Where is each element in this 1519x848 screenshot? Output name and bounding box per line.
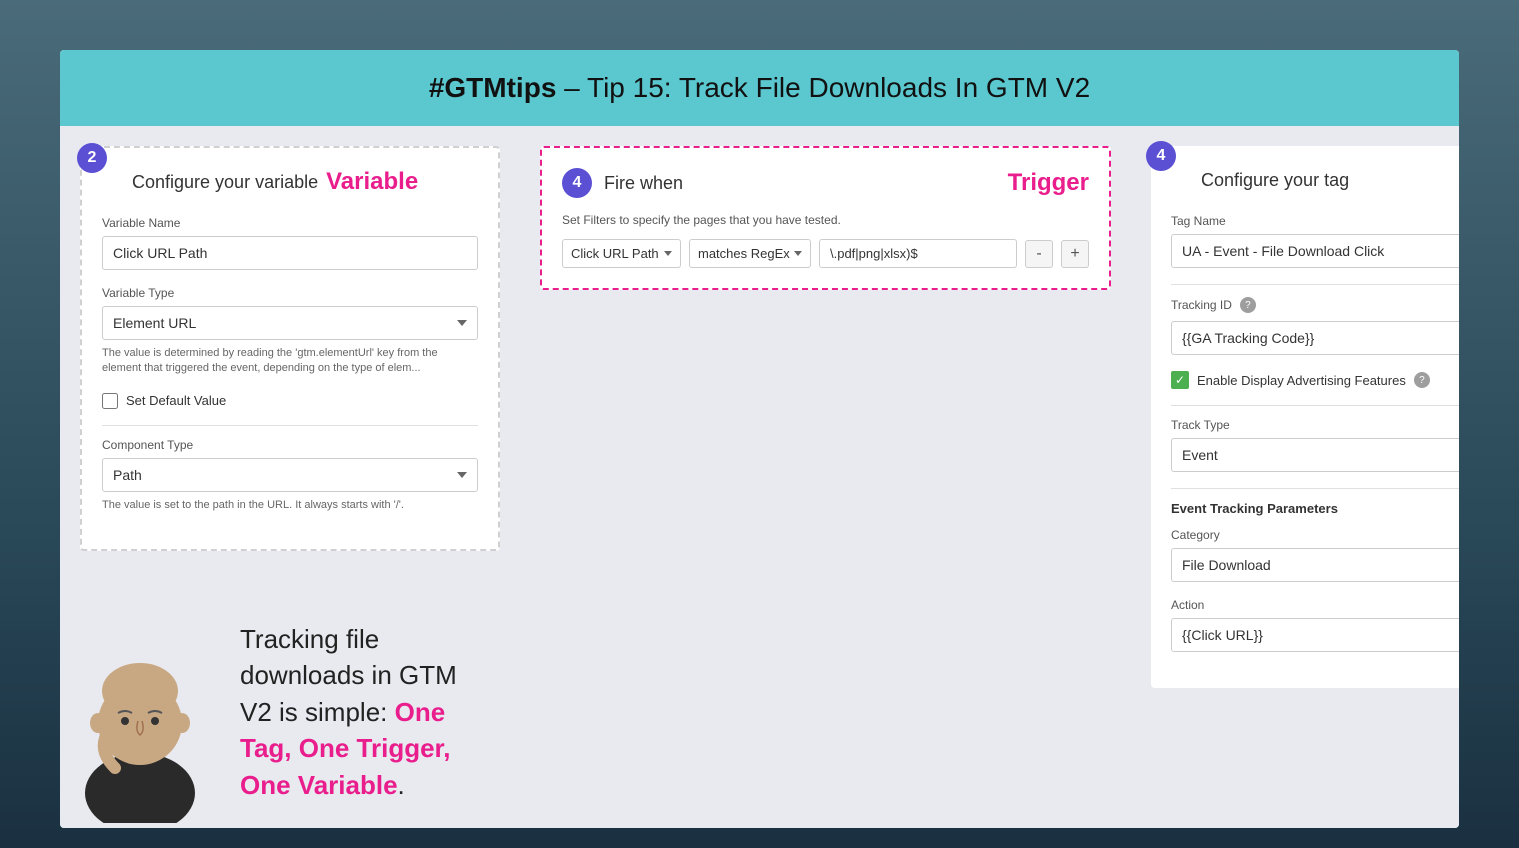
- page-title: #GTMtips – Tip 15: Track File Downloads …: [90, 72, 1429, 104]
- remove-filter-button[interactable]: -: [1025, 240, 1053, 268]
- trigger-panel: 4 Fire when Trigger Set Filters to speci…: [520, 126, 1131, 828]
- enable-ads-row: ✓ Enable Display Advertising Features ?: [1171, 371, 1459, 389]
- tag-header: Configure your tag Tag: [1171, 166, 1459, 194]
- component-type-group: Component Type Path The value is set to …: [102, 438, 478, 513]
- variable-type-label: Variable: [326, 168, 418, 196]
- set-default-checkbox[interactable]: [102, 393, 118, 409]
- set-default-label: Set Default Value: [126, 393, 226, 408]
- component-description: The value is set to the path in the URL.…: [102, 498, 478, 513]
- tracking-id-input[interactable]: [1171, 321, 1459, 355]
- bottom-text: Tracking file downloads in GTM V2 is sim…: [240, 621, 490, 803]
- tag-step-badge: 4: [1146, 141, 1176, 171]
- variable-name-group: Variable Name: [102, 216, 478, 270]
- bottom-text-area: Tracking file downloads in GTM V2 is sim…: [220, 601, 520, 828]
- filter-variable-select[interactable]: Click URL Path: [562, 239, 681, 268]
- variable-type-label-text: Variable Type: [102, 286, 478, 300]
- trigger-header: 4 Fire when Trigger: [562, 168, 1089, 198]
- enable-ads-checkbox[interactable]: ✓: [1171, 371, 1189, 389]
- trigger-card: 4 Fire when Trigger Set Filters to speci…: [540, 146, 1111, 290]
- action-label: Action: [1171, 598, 1459, 612]
- action-input-row: [1171, 618, 1459, 652]
- category-label: Category: [1171, 528, 1459, 542]
- filter-value-input[interactable]: [819, 239, 1017, 268]
- variable-type-select[interactable]: Element URL: [102, 306, 478, 340]
- tag-name-group: Tag Name: [1171, 214, 1459, 268]
- enable-ads-group: ✓ Enable Display Advertising Features ?: [1171, 371, 1459, 389]
- variable-name-label: Variable Name: [102, 216, 478, 230]
- enable-ads-question-badge[interactable]: ?: [1414, 372, 1430, 388]
- trigger-step-badge: 4: [562, 168, 592, 198]
- fire-when-text: Fire when: [604, 173, 1008, 194]
- category-group: Category: [1171, 528, 1459, 582]
- action-group: Action: [1171, 598, 1459, 652]
- configure-tag-text: Configure your tag: [1201, 170, 1349, 191]
- trigger-description: Set Filters to specify the pages that yo…: [562, 213, 1089, 227]
- tracking-id-label: Tracking ID: [1171, 298, 1232, 312]
- set-default-row: Set Default Value: [102, 393, 478, 409]
- tag-card: 4 Configure your tag Tag Tag Name Tracki…: [1151, 146, 1459, 688]
- variable-card: 2 Configure your variable Variable Varia…: [80, 146, 500, 551]
- filter-operator-select[interactable]: matches RegEx: [689, 239, 811, 268]
- header-bar: #GTMtips – Tip 15: Track File Downloads …: [60, 50, 1459, 126]
- configure-variable-text: Configure your variable: [132, 172, 318, 193]
- trigger-type-label: Trigger: [1008, 169, 1089, 197]
- tracking-id-question-badge[interactable]: ?: [1240, 297, 1256, 313]
- track-type-select[interactable]: Event: [1171, 438, 1459, 472]
- divider-1: [102, 425, 478, 426]
- component-type-label: Component Type: [102, 438, 478, 452]
- tag-name-input[interactable]: [1171, 234, 1459, 268]
- step-badge-2: 2: [77, 143, 107, 173]
- panel-header: Configure your variable Variable: [102, 168, 478, 196]
- variable-description: The value is determined by reading the '…: [102, 346, 478, 377]
- tracking-id-input-row: [1171, 321, 1459, 355]
- tracking-id-label-row: Tracking ID ?: [1171, 297, 1459, 313]
- category-input-row: [1171, 548, 1459, 582]
- enable-ads-label: Enable Display Advertising Features: [1197, 373, 1406, 388]
- main-container: #GTMtips – Tip 15: Track File Downloads …: [60, 50, 1459, 828]
- category-input[interactable]: [1171, 548, 1459, 582]
- event-tracking-title: Event Tracking Parameters: [1171, 501, 1459, 516]
- track-type-label: Track Type: [1171, 418, 1459, 432]
- variable-name-input[interactable]: [102, 236, 478, 270]
- action-input[interactable]: [1171, 618, 1459, 652]
- divider-2: [1171, 284, 1459, 285]
- tag-panel: 4 Configure your tag Tag Tag Name Tracki…: [1131, 126, 1459, 828]
- track-type-group: Track Type Event: [1171, 418, 1459, 472]
- add-filter-button[interactable]: +: [1061, 240, 1089, 268]
- trigger-filter-row: Click URL Path matches RegEx - +: [562, 239, 1089, 268]
- divider-4: [1171, 488, 1459, 489]
- tag-name-label: Tag Name: [1171, 214, 1459, 228]
- component-type-select[interactable]: Path: [102, 458, 478, 492]
- variable-type-group: Variable Type Element URL The value is d…: [102, 286, 478, 377]
- divider-3: [1171, 405, 1459, 406]
- bottom-dot: .: [398, 770, 405, 800]
- tracking-id-group: Tracking ID ?: [1171, 297, 1459, 355]
